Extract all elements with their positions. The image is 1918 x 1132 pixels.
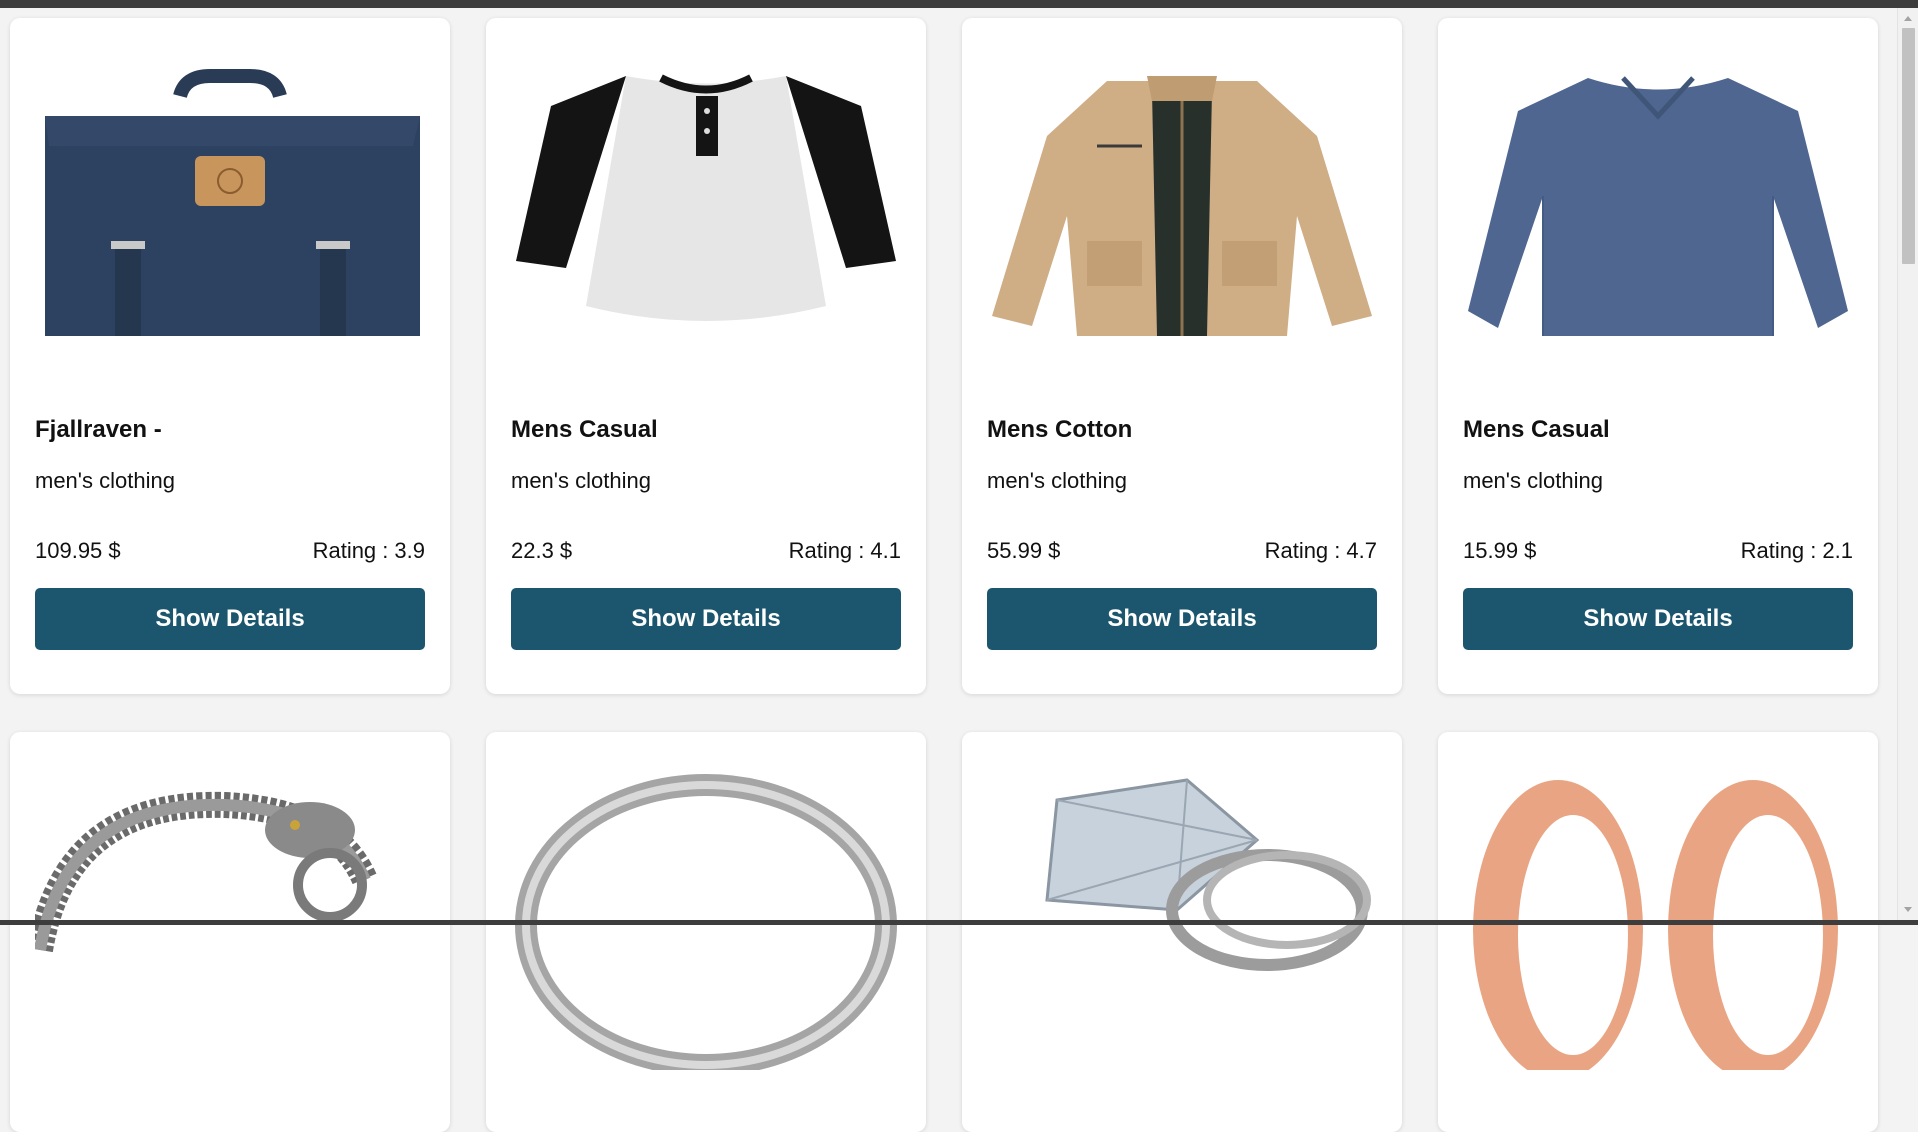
rating-label: Rating :	[312, 538, 389, 563]
browser-top-edge	[0, 0, 1918, 8]
dragon-bracelet-image	[35, 791, 377, 953]
product-card	[962, 732, 1402, 1132]
product-card	[486, 732, 926, 1132]
silver-ring-image	[515, 774, 897, 1070]
product-price: 22.3 $	[511, 538, 573, 563]
product-image	[987, 760, 1377, 1070]
product-price: 55.99 $	[987, 538, 1061, 563]
product-price: 109.95 $	[35, 538, 121, 563]
product-card: Mens Cotton men's clothing 55.99 $ Ratin…	[962, 18, 1402, 694]
product-title: Mens Cotton	[987, 416, 1133, 443]
backpack-image	[45, 69, 420, 336]
slim-fit-shirt-image	[1468, 76, 1848, 336]
scrollbar-thumb[interactable]	[1902, 28, 1915, 264]
product-card: Mens Casual men's clothing 22.3 $ Rating…	[486, 18, 926, 694]
browser-bottom-edge	[0, 920, 1918, 925]
product-title: Mens Casual	[1463, 416, 1610, 443]
product-title: Fjallraven -	[35, 416, 162, 443]
show-details-button[interactable]: Show Details	[511, 588, 901, 650]
rating-label: Rating :	[1740, 538, 1817, 563]
product-image	[1463, 46, 1853, 356]
product-rating: Rating :4.7	[1265, 538, 1377, 564]
product-price: 15.99 $	[1463, 538, 1537, 563]
product-card: Mens Casual men's clothing 15.99 $ Ratin…	[1438, 18, 1878, 694]
product-category: men's clothing	[1463, 468, 1603, 493]
rating-value: 2.1	[1822, 538, 1853, 563]
raglan-tshirt-image	[516, 74, 896, 321]
rating-label: Rating :	[788, 538, 865, 563]
product-category: men's clothing	[987, 468, 1127, 493]
rating-value: 3.9	[394, 538, 425, 563]
rating-value: 4.7	[1346, 538, 1377, 563]
product-rating: Rating :4.1	[789, 538, 901, 564]
product-image	[35, 760, 425, 1070]
product-image	[511, 46, 901, 356]
product-category: men's clothing	[511, 468, 651, 493]
cotton-jacket-image	[992, 76, 1372, 336]
product-title: Mens Casual	[511, 416, 658, 443]
product-card: Fjallraven - men's clothing 109.95 $ Rat…	[10, 18, 450, 694]
show-details-button[interactable]: Show Details	[987, 588, 1377, 650]
product-rating: Rating :2.1	[1741, 538, 1853, 564]
scroll-up-arrow-icon[interactable]	[1898, 10, 1918, 27]
product-rating: Rating :3.9	[313, 538, 425, 564]
product-card	[1438, 732, 1878, 1132]
rating-label: Rating :	[1264, 538, 1341, 563]
product-card	[10, 732, 450, 1132]
product-image	[35, 46, 425, 356]
scroll-down-arrow-icon[interactable]	[1898, 901, 1918, 918]
product-image	[1463, 760, 1853, 1070]
product-category: men's clothing	[35, 468, 175, 493]
vertical-scrollbar[interactable]	[1897, 8, 1918, 920]
product-image	[511, 760, 901, 1070]
show-details-button[interactable]: Show Details	[35, 588, 425, 650]
rose-gold-earrings-image	[1473, 780, 1838, 1070]
show-details-button[interactable]: Show Details	[1463, 588, 1853, 650]
diamond-ring-set-image	[1045, 778, 1371, 971]
rating-value: 4.1	[870, 538, 901, 563]
product-image	[987, 46, 1377, 356]
